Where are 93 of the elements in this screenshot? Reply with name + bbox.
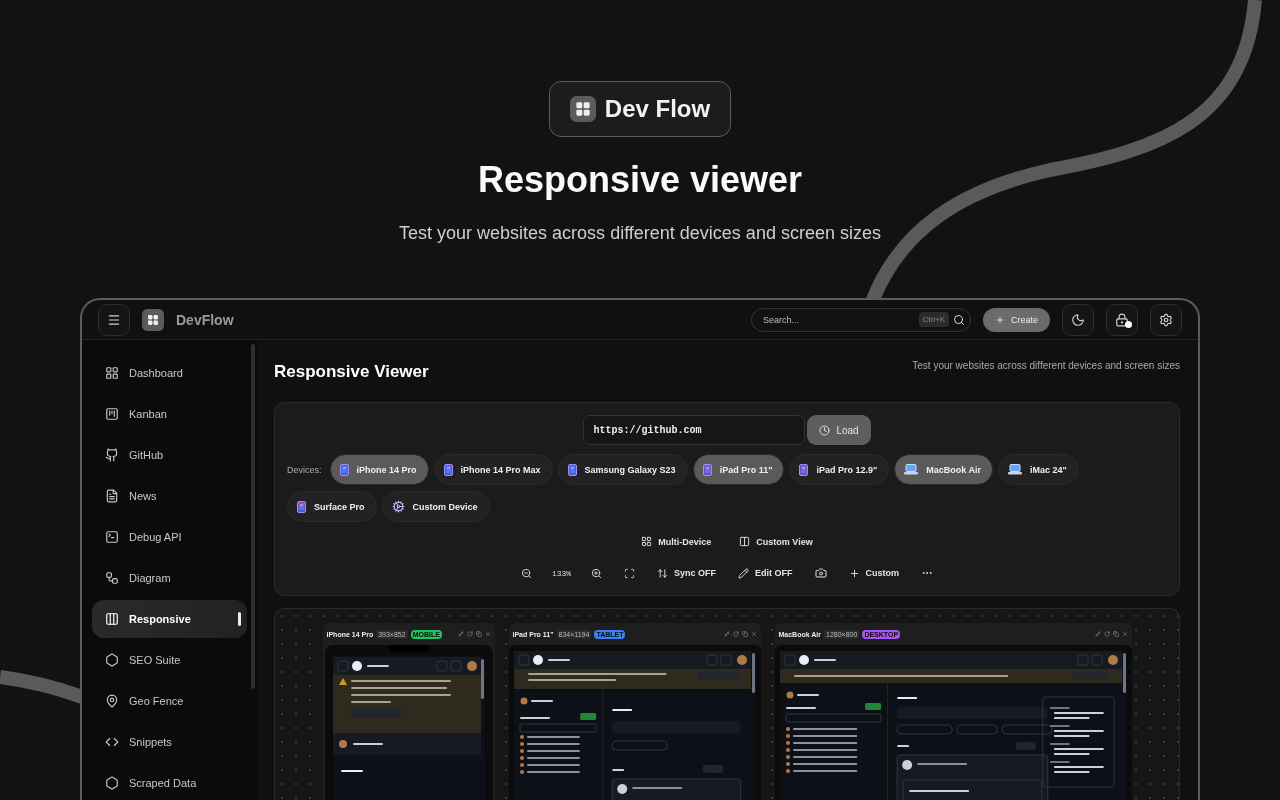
columns-icon (739, 536, 751, 547)
sidebar-item[interactable]: SEO Suite (92, 641, 247, 679)
pin-icon (105, 694, 119, 708)
minimize-icon[interactable] (1094, 631, 1101, 637)
device-chip[interactable]: iPhone 14 Pro Max (433, 454, 553, 485)
columns-icon (105, 612, 119, 626)
fullscreen-icon (624, 567, 636, 579)
sidebar-item[interactable]: News (92, 477, 247, 515)
hero-title: Responsive viewer (477, 159, 803, 201)
hexagon-icon (105, 776, 119, 790)
brand-name: Dev Flow (604, 95, 711, 123)
sidebar-item[interactable]: Debug API (92, 518, 247, 556)
search-icon (953, 313, 965, 326)
create-button[interactable]: Create (983, 307, 1050, 332)
plus-icon (995, 314, 1005, 325)
menu-icon (107, 312, 121, 327)
sidebar-item[interactable]: Dashboard (92, 354, 247, 392)
sidebar-item[interactable]: Diagram (92, 559, 247, 597)
zoom-in-icon (591, 567, 603, 579)
document-icon (105, 489, 119, 503)
tablet-icon (297, 500, 306, 513)
arrows-icon (657, 567, 669, 579)
code-icon (105, 735, 119, 749)
logo-icon (142, 308, 164, 331)
theme-button[interactable] (1062, 303, 1094, 336)
device-chip[interactable]: Samsung Galaxy S23 (557, 454, 688, 485)
terminal-icon (105, 530, 119, 544)
camera-icon (814, 567, 827, 579)
load-button[interactable]: Load (807, 415, 871, 445)
logo-icon (569, 96, 596, 122)
grid-icon (105, 366, 119, 380)
close-icon[interactable] (1121, 631, 1128, 637)
menu-button[interactable] (98, 303, 130, 336)
moon-icon (1071, 312, 1085, 327)
sidebar-item[interactable]: Responsive (92, 600, 247, 638)
pencil-icon (738, 567, 750, 579)
edit-button[interactable]: Edit OFF (736, 565, 795, 581)
sidebar-item[interactable]: Geo Fence (92, 682, 247, 720)
tablet-icon (567, 463, 577, 476)
close-icon[interactable] (750, 631, 757, 637)
settings-icon (1159, 312, 1173, 327)
laptop-icon (904, 464, 919, 475)
copy-icon[interactable] (475, 631, 482, 637)
device-chip[interactable]: iMac 24" (997, 454, 1079, 485)
minimize-icon[interactable] (723, 631, 730, 637)
lock-icon (1115, 312, 1129, 327)
tablet-icon (339, 463, 349, 476)
device-chip[interactable]: iPhone 14 Pro (329, 454, 429, 485)
device-chip[interactable]: MacBook Air (894, 454, 993, 485)
url-field[interactable]: https://github.com (583, 415, 806, 445)
devices-label: Devices: (287, 464, 322, 475)
camera-button[interactable] (812, 565, 829, 581)
tablet-icon (702, 463, 712, 476)
laptop-icon (1007, 464, 1022, 475)
device-chip[interactable]: Surface Pro (287, 491, 377, 522)
sidebar-item[interactable]: Kanban (92, 395, 247, 433)
scrollbar[interactable] (251, 344, 255, 689)
lock-button[interactable] (1106, 303, 1138, 336)
close-icon[interactable] (484, 631, 491, 637)
sidebar-item[interactable]: Snippets (92, 723, 247, 761)
active-indicator (238, 612, 241, 626)
custom-button[interactable]: Custom (846, 565, 902, 581)
sidebar-item[interactable]: GitHub (92, 436, 247, 474)
diagram-icon (105, 571, 119, 585)
board-icon (105, 407, 119, 421)
view-mode-button[interactable]: Multi-Device (639, 534, 714, 549)
tablet-icon (443, 463, 453, 476)
copy-icon[interactable] (1112, 631, 1119, 637)
minimize-icon[interactable] (457, 631, 464, 637)
grid-icon (641, 536, 653, 547)
device-chip[interactable]: iPad Pro 12.9" (789, 454, 890, 485)
zoom-level: 133% (551, 568, 572, 578)
hero-subtitle: Test your websites across different devices and screen sizes (399, 223, 881, 244)
github-icon (105, 448, 119, 462)
plus-icon (848, 567, 860, 579)
app-name: DevFlow (176, 311, 234, 328)
device-chip[interactable]: iPad Pro 11" (692, 454, 785, 485)
hexagon-icon (105, 653, 119, 667)
settings-button[interactable] (1150, 303, 1182, 336)
tablet-icon (799, 463, 809, 476)
zoom-out-icon (520, 567, 532, 579)
page-title: Responsive Viewer (274, 362, 429, 382)
rotate-icon[interactable] (466, 631, 473, 637)
gear-icon (391, 500, 405, 513)
page-subtitle: Test your websites across different devices and screen sizes (912, 360, 1180, 371)
copy-icon[interactable] (741, 631, 748, 637)
sync-button[interactable]: Sync OFF (655, 565, 719, 581)
rotate-icon[interactable] (732, 631, 739, 637)
clock-icon (819, 424, 831, 436)
rotate-icon[interactable] (1103, 631, 1110, 637)
sidebar-item[interactable]: Scraped Data (92, 764, 247, 800)
view-mode-button[interactable]: Custom View (737, 534, 815, 549)
device-chip[interactable]: Custom Device (381, 491, 490, 522)
